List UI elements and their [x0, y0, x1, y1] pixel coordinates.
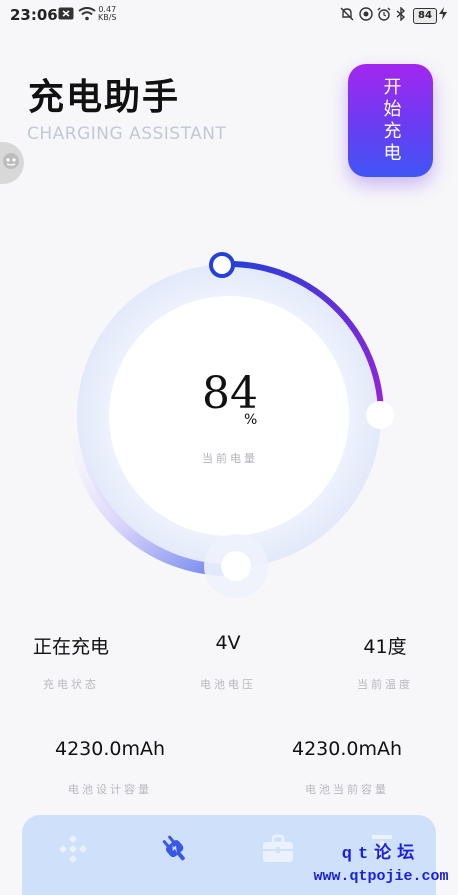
page-title: 充电助手 [28, 77, 181, 118]
plug-icon [158, 832, 192, 870]
battery-percent-unit: % [244, 412, 258, 428]
robot-icon [2, 152, 20, 174]
message-icon [58, 7, 74, 24]
gauge-end-knob[interactable] [366, 401, 394, 429]
mute-icon [340, 7, 354, 25]
voltage-label: 电池电压 [200, 678, 256, 691]
battery-percent-label: 当前电量 [202, 452, 258, 465]
start-charging-button[interactable]: 开始充电 [348, 64, 433, 177]
charging-bolt-icon [439, 7, 447, 24]
design-capacity-value: 4230.0mAh [54, 738, 166, 760]
bluetooth-icon [396, 6, 406, 25]
grid-icon [57, 833, 89, 869]
page-subtitle: CHARGING ASSISTANT [27, 124, 227, 144]
design-capacity-label: 电池设计容量 [68, 783, 152, 796]
charge-status-label: 充电状态 [43, 678, 99, 691]
status-bar: 23:06 0.47 KB/S 84 [0, 0, 458, 32]
toolbox-icon [261, 833, 295, 869]
current-capacity-value: 4230.0mAh [291, 738, 403, 760]
current-capacity-label: 电池当前容量 [305, 783, 389, 796]
temperature-label: 当前温度 [357, 678, 413, 691]
nav-tools[interactable] [258, 831, 298, 871]
alarm-icon [377, 7, 391, 25]
net-speed-unit: KB/S [98, 13, 117, 22]
temperature-value: 41度 [363, 636, 407, 658]
status-time: 23:06 [10, 6, 58, 24]
wifi-icon [78, 7, 96, 25]
side-floating-tab[interactable] [0, 142, 24, 184]
voltage-value: 4V [215, 632, 241, 654]
watermark-line-1: qt论坛 [341, 845, 421, 864]
battery-indicator: 84 [413, 8, 437, 24]
nav-charging[interactable] [155, 831, 195, 871]
network-speed: 0.47 KB/S [98, 6, 117, 22]
nav-home[interactable] [53, 831, 93, 871]
vpn-icon [359, 7, 373, 25]
watermark-line-2: www.qtpojie.com [313, 868, 449, 885]
watermark: qt论坛 www.qtpojie.com [305, 838, 457, 885]
gauge-bottom-knob[interactable] [221, 551, 251, 581]
battery-percent-value: 84 [202, 368, 258, 419]
gauge-start-handle [209, 252, 235, 278]
charge-status-value: 正在充电 [32, 636, 109, 658]
